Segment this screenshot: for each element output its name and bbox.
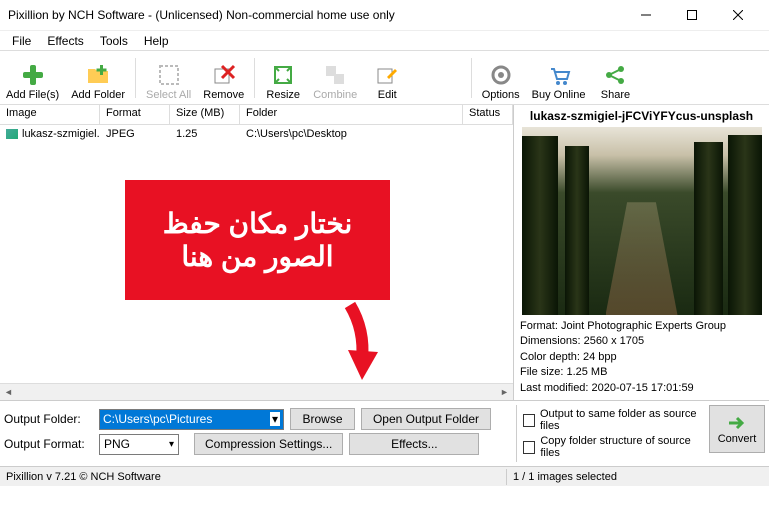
maximize-button[interactable] bbox=[669, 0, 715, 30]
separator bbox=[471, 58, 472, 98]
output-folder-label: Output Folder: bbox=[4, 412, 99, 426]
checkbox-icon bbox=[523, 441, 535, 454]
menu-effects[interactable]: Effects bbox=[39, 32, 91, 50]
annotation-arrow-icon bbox=[330, 300, 390, 390]
file-list-panel: Image Format Size (MB) Folder Status luk… bbox=[0, 105, 514, 400]
cart-icon bbox=[547, 63, 571, 87]
edit-button[interactable]: Edit bbox=[363, 53, 411, 103]
open-output-folder-button[interactable]: Open Output Folder bbox=[361, 408, 491, 430]
remove-icon bbox=[212, 63, 236, 87]
scroll-right-button[interactable]: ► bbox=[496, 384, 513, 401]
preview-image bbox=[522, 127, 762, 315]
table-header: Image Format Size (MB) Folder Status bbox=[0, 105, 513, 125]
meta-format: Format: Joint Photographic Experts Group bbox=[520, 319, 763, 334]
table-row[interactable]: lukasz-szmigiel... JPEG 1.25 C:\Users\pc… bbox=[0, 125, 513, 143]
checkbox-icon bbox=[523, 414, 535, 427]
status-selection: 1 / 1 images selected bbox=[513, 471, 763, 483]
plus-icon bbox=[21, 63, 45, 87]
menu-help[interactable]: Help bbox=[136, 32, 177, 50]
col-size[interactable]: Size (MB) bbox=[170, 105, 240, 124]
edit-icon bbox=[375, 63, 399, 87]
add-files-button[interactable]: Add File(s) bbox=[0, 53, 65, 103]
convert-button[interactable]: Convert bbox=[709, 405, 765, 453]
separator bbox=[135, 58, 136, 98]
convert-icon bbox=[725, 413, 749, 433]
combine-button[interactable]: Combine bbox=[307, 53, 363, 103]
compression-settings-button[interactable]: Compression Settings... bbox=[194, 433, 343, 455]
horizontal-scrollbar[interactable]: ◄ ► bbox=[0, 383, 513, 400]
resize-icon bbox=[271, 63, 295, 87]
buy-online-button[interactable]: Buy Online bbox=[526, 53, 592, 103]
share-icon bbox=[603, 63, 627, 87]
folder-plus-icon bbox=[86, 63, 110, 87]
menu-tools[interactable]: Tools bbox=[92, 32, 136, 50]
share-button[interactable]: Share bbox=[591, 53, 639, 103]
output-folder-input[interactable]: C:\Users\pc\Pictures▾ bbox=[99, 409, 284, 430]
meta-depth: Color depth: 24 bpp bbox=[520, 350, 763, 365]
preview-metadata: Format: Joint Photographic Experts Group… bbox=[514, 315, 769, 400]
preview-title: lukasz-szmigiel-jFCViYFYcus-unsplash bbox=[514, 105, 769, 127]
resize-button[interactable]: Resize bbox=[259, 53, 307, 103]
image-file-icon bbox=[6, 129, 18, 139]
select-all-icon bbox=[157, 63, 181, 87]
statusbar: Pixillion v 7.21 © NCH Software 1 / 1 im… bbox=[0, 466, 769, 486]
col-format[interactable]: Format bbox=[100, 105, 170, 124]
titlebar: Pixillion by NCH Software - (Unlicensed)… bbox=[0, 0, 769, 30]
meta-filesize: File size: 1.25 MB bbox=[520, 365, 763, 380]
menubar: File Effects Tools Help bbox=[0, 30, 769, 50]
separator bbox=[254, 58, 255, 98]
col-image[interactable]: Image bbox=[0, 105, 100, 124]
same-folder-checkbox[interactable]: Output to same folder as source files bbox=[523, 408, 703, 432]
select-all-button[interactable]: Select All bbox=[140, 53, 197, 103]
status-version: Pixillion v 7.21 © NCH Software bbox=[6, 471, 500, 483]
separator bbox=[506, 469, 507, 485]
menu-file[interactable]: File bbox=[4, 32, 39, 50]
meta-modified: Last modified: 2020-07-15 17:01:59 bbox=[520, 381, 763, 396]
output-settings: Output Folder: C:\Users\pc\Pictures▾ Bro… bbox=[0, 400, 769, 466]
col-status[interactable]: Status bbox=[463, 105, 513, 124]
copy-structure-checkbox[interactable]: Copy folder structure of source files bbox=[523, 435, 703, 459]
main-area: Image Format Size (MB) Folder Status luk… bbox=[0, 105, 769, 400]
annotation-callout: نختار مكان حفظ الصور من هنا bbox=[125, 180, 390, 300]
minimize-button[interactable] bbox=[623, 0, 669, 30]
browse-button[interactable]: Browse bbox=[290, 408, 355, 430]
preview-panel: lukasz-szmigiel-jFCViYFYcus-unsplash For… bbox=[514, 105, 769, 400]
close-button[interactable] bbox=[715, 0, 761, 30]
output-format-select[interactable]: PNG bbox=[99, 434, 179, 455]
toolbar: Add File(s) Add Folder Select All Remove… bbox=[0, 50, 769, 105]
window-title: Pixillion by NCH Software - (Unlicensed)… bbox=[8, 8, 623, 22]
meta-dimensions: Dimensions: 2560 x 1705 bbox=[520, 334, 763, 349]
add-folder-button[interactable]: Add Folder bbox=[65, 53, 131, 103]
scroll-left-button[interactable]: ◄ bbox=[0, 384, 17, 401]
options-button[interactable]: Options bbox=[476, 53, 526, 103]
effects-button[interactable]: Effects... bbox=[349, 433, 479, 455]
remove-button[interactable]: Remove bbox=[197, 53, 250, 103]
col-folder[interactable]: Folder bbox=[240, 105, 463, 124]
gear-icon bbox=[489, 63, 513, 87]
combine-icon bbox=[323, 63, 347, 87]
output-format-label: Output Format: bbox=[4, 437, 99, 451]
